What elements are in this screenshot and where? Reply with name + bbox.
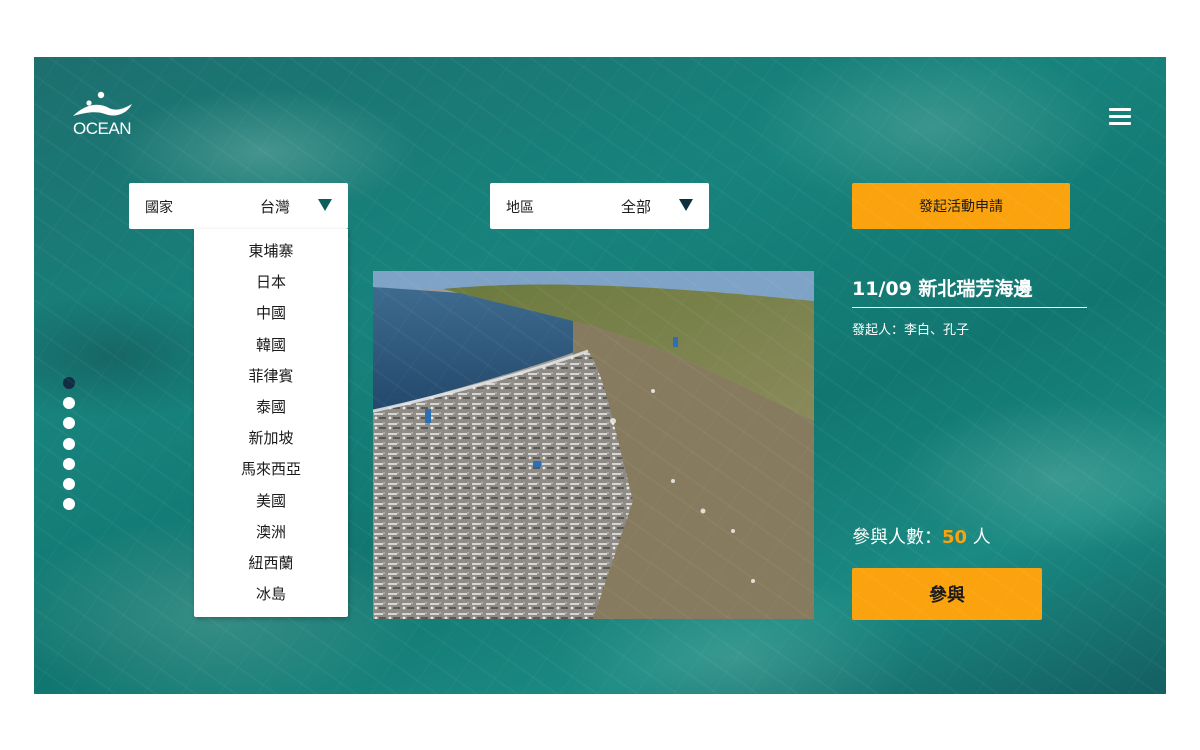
pagination-dot[interactable]: [63, 417, 75, 430]
join-button[interactable]: 參與: [852, 568, 1042, 620]
country-option[interactable]: 澳洲: [194, 520, 348, 551]
event-photo: [373, 271, 814, 619]
country-option[interactable]: 新加坡: [194, 426, 348, 457]
country-option[interactable]: 馬來西亞: [194, 457, 348, 488]
participant-count-number: 50: [942, 527, 968, 548]
pagination-dot[interactable]: [63, 377, 75, 389]
participant-count-suffix: 人: [967, 527, 991, 548]
participant-count: 參與人數：50 人: [852, 523, 991, 549]
country-option[interactable]: 中國: [194, 301, 348, 332]
page-dots: [63, 377, 77, 518]
country-option[interactable]: 冰島: [194, 582, 348, 613]
pagination-dot[interactable]: [63, 498, 75, 511]
country-dropdown-list: 東埔寨 日本 中國 韓國 菲律賓 泰國 新加坡 馬來西亞 美國 澳洲 紐西蘭 冰島: [194, 229, 348, 617]
country-select[interactable]: 國家 台灣: [129, 183, 348, 229]
country-option[interactable]: 泰國: [194, 395, 348, 426]
hamburger-menu-icon[interactable]: [1109, 108, 1131, 126]
country-option[interactable]: 東埔寨: [194, 239, 348, 270]
region-select-value: 全部: [621, 198, 652, 216]
region-select-label: 地區: [506, 200, 534, 216]
pagination-dot[interactable]: [63, 457, 75, 470]
apply-activity-button[interactable]: 發起活動申請: [852, 183, 1070, 229]
logo-text: OCEAN: [73, 119, 131, 138]
wave-logo-icon: [73, 91, 132, 116]
event-organizer: 發起人：李白、孔子: [852, 323, 970, 338]
participant-count-prefix: 參與人數：: [852, 527, 942, 548]
ocean-background: OCEAN 國家 台灣 東埔寨 日本 中國 韓國 菲律賓 泰國 新加坡 馬來西亞 美國 澳洲 紐西蘭…: [34, 57, 1166, 694]
country-option[interactable]: 紐西蘭: [194, 551, 348, 582]
pagination-dot[interactable]: [63, 437, 75, 450]
pagination-dot[interactable]: [63, 477, 75, 490]
event-title: 11/09 新北瑞芳海邊: [852, 274, 1087, 308]
pagination-dot[interactable]: [63, 397, 75, 410]
country-option[interactable]: 菲律賓: [194, 364, 348, 395]
caret-down-icon: [318, 199, 332, 211]
region-select[interactable]: 地區 全部: [490, 183, 709, 229]
country-select-label: 國家: [145, 200, 173, 216]
country-option[interactable]: 日本: [194, 270, 348, 301]
country-select-value: 台灣: [260, 198, 291, 216]
country-option[interactable]: 美國: [194, 489, 348, 520]
caret-down-icon: [679, 199, 693, 211]
country-option[interactable]: 韓國: [194, 333, 348, 364]
ocean-logo[interactable]: OCEAN: [69, 90, 135, 140]
